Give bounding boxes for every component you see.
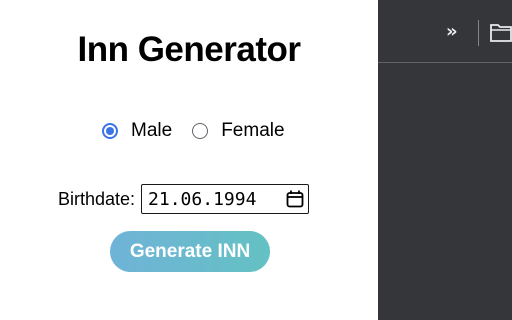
extension-popup: Inn Generator Male Female Birthdate: 21.… — [0, 0, 378, 320]
birthdate-input[interactable]: 21.06.1994 — [141, 184, 310, 214]
birthdate-label: Birthdate: — [58, 188, 136, 209]
page-title: Inn Generator — [77, 30, 301, 69]
generate-inn-button[interactable]: Generate INN — [110, 231, 270, 272]
toolbar-divider — [478, 20, 479, 46]
female-radio[interactable] — [192, 123, 209, 139]
birthdate-row: Birthdate: 21.06.1994 — [58, 183, 310, 215]
birthdate-value[interactable]: 21.06.1994 — [148, 189, 256, 210]
folder-icon[interactable] — [490, 22, 512, 47]
female-label[interactable]: Female — [221, 120, 284, 142]
male-label[interactable]: Male — [131, 120, 172, 142]
gender-radio-group: Male Female — [102, 118, 285, 144]
calendar-icon[interactable] — [286, 190, 304, 213]
male-radio[interactable] — [102, 123, 118, 139]
chevron-double-right-icon[interactable]: » — [446, 20, 458, 44]
